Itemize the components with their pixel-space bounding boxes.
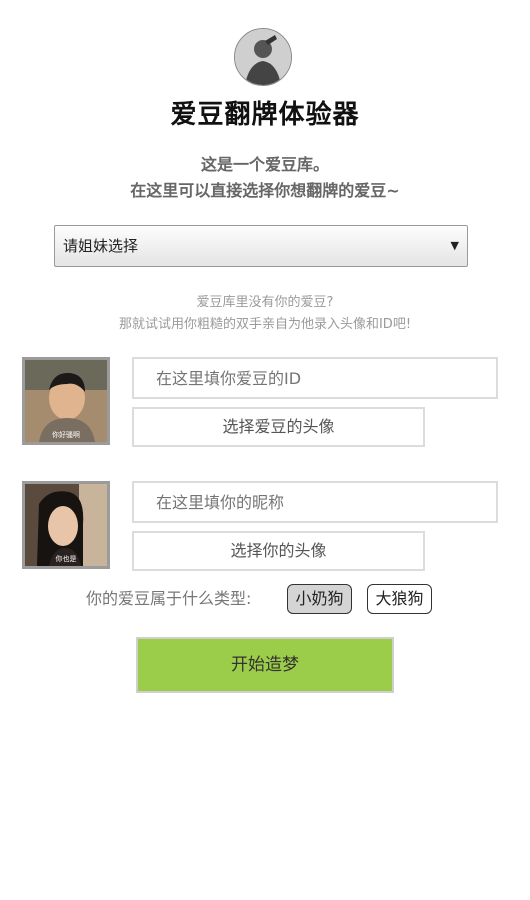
idol-photo-caption: 你好骚啊 [52,431,80,439]
type-option-wolf[interactable]: 大狼狗 [367,584,432,614]
idol-avatar-preview: 你好骚啊 [22,357,110,445]
start-button[interactable]: 开始造梦 [136,637,394,693]
choose-user-avatar-button[interactable]: 选择你的头像 [132,531,425,571]
user-photo-caption: 你也是 [55,555,77,563]
nickname-input[interactable] [132,481,498,523]
type-option-puppy[interactable]: 小奶狗 [287,584,352,614]
idol-select-dropdown[interactable]: 请姐妹选择 ▼ [54,225,468,267]
idol-select-value: 请姐妹选择 [63,237,139,255]
custom-entry-hint: 爱豆库里没有你的爱豆? 那就试试用你粗糙的双手亲自为他录入头像和ID吧! [0,292,530,336]
hint-line-2: 那就试试用你粗糙的双手亲自为他录入头像和ID吧! [118,317,412,332]
intro-line-1: 这是一个爱豆库。 [200,155,329,174]
intro-line-2: 在这里可以直接选择你想翻牌的爱豆~ [130,181,400,200]
user-avatar-preview: 你也是 [22,481,110,569]
page-title: 爱豆翻牌体验器 [170,100,360,130]
hint-line-1: 爱豆库里没有你的爱豆? [196,295,334,310]
idol-id-input[interactable] [132,357,498,399]
intro-text: 这是一个爱豆库。 在这里可以直接选择你想翻牌的爱豆~ [0,152,530,204]
choose-idol-avatar-button[interactable]: 选择爱豆的头像 [132,407,425,447]
idol-type-label: 你的爱豆属于什么类型: [86,589,252,608]
avatar [234,28,292,86]
dropdown-arrow-icon: ▼ [450,239,459,252]
